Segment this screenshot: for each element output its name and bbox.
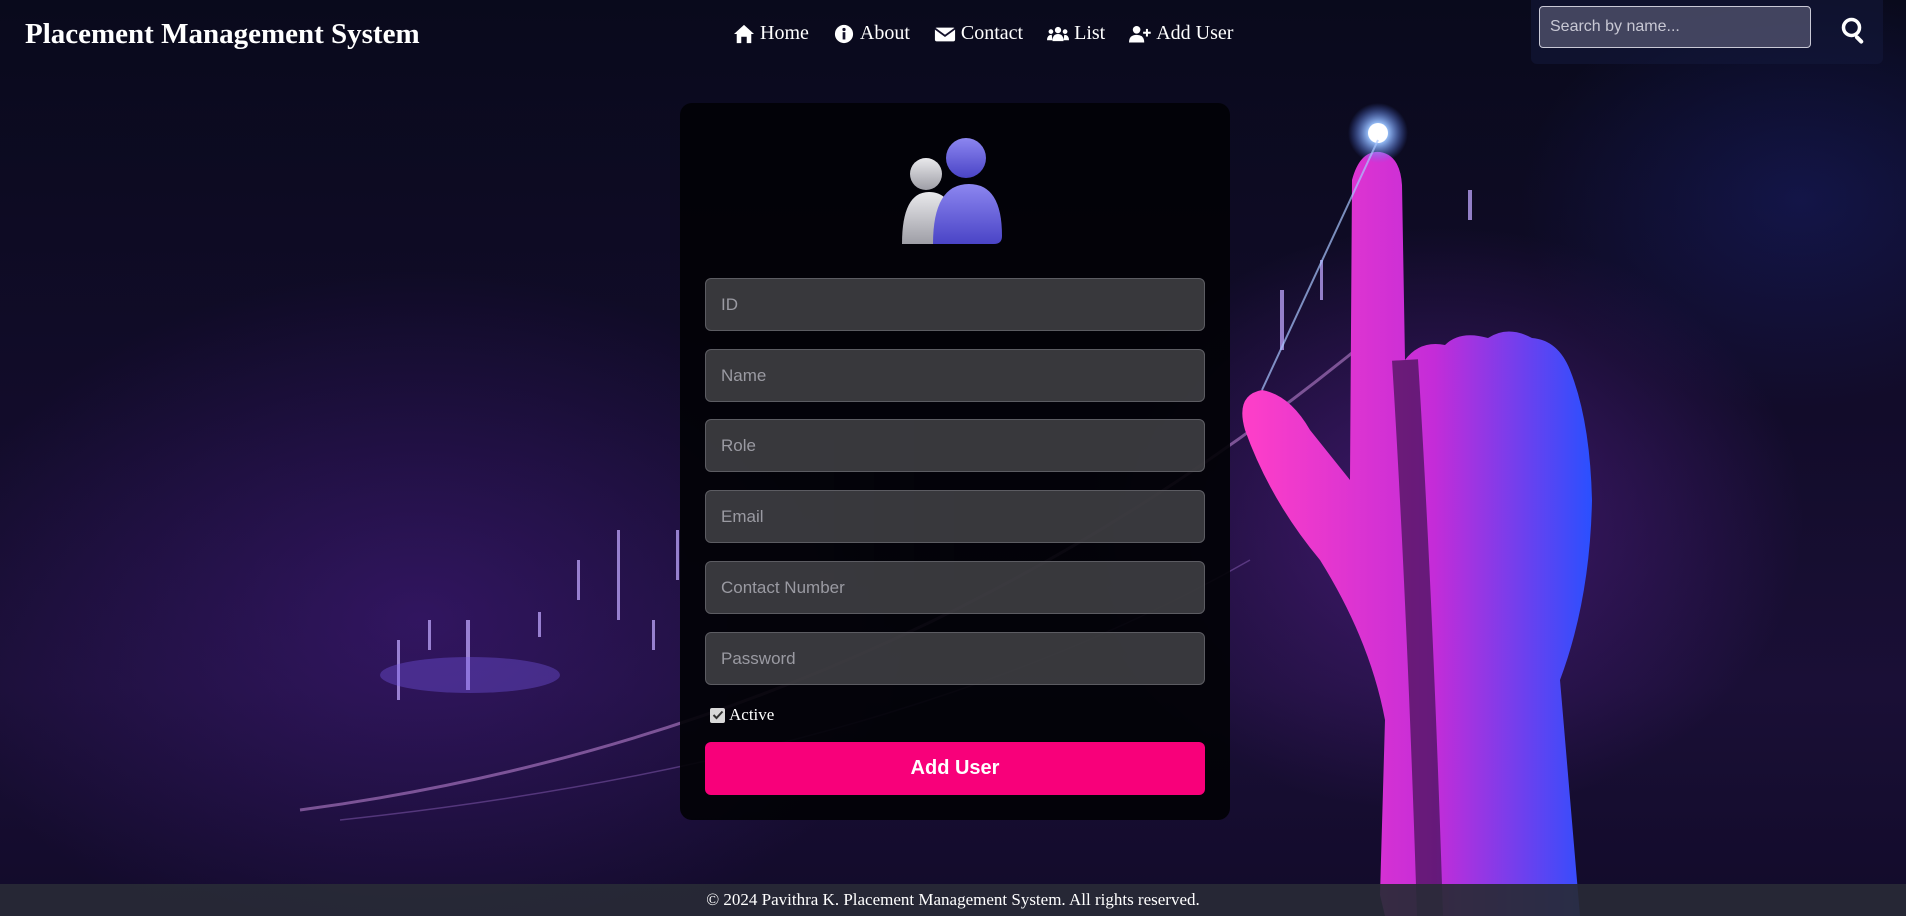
password-field[interactable] bbox=[705, 632, 1205, 685]
nav-list[interactable]: List bbox=[1047, 22, 1105, 45]
info-icon bbox=[834, 24, 853, 43]
id-field[interactable] bbox=[705, 278, 1205, 331]
search-button[interactable] bbox=[1837, 14, 1871, 48]
nav-links: Home About Contact List Add User bbox=[733, 22, 1233, 45]
user-plus-icon bbox=[1129, 25, 1151, 42]
nav-contact-label: Contact bbox=[960, 22, 1024, 44]
envelope-icon bbox=[934, 27, 956, 41]
nav-about-label: About bbox=[859, 22, 910, 44]
active-checkbox[interactable] bbox=[710, 707, 725, 723]
search-icon bbox=[1841, 17, 1864, 44]
navbar: Placement Management System Home About C… bbox=[0, 0, 1906, 72]
contact-number-field[interactable] bbox=[705, 561, 1205, 614]
users-icon bbox=[1047, 26, 1070, 41]
home-icon bbox=[734, 24, 754, 43]
nav-home[interactable]: Home bbox=[733, 22, 809, 45]
email-field[interactable] bbox=[705, 490, 1205, 543]
nav-add-user-label: Add User bbox=[1156, 22, 1234, 44]
copyright-text: © 2024 Pavithra K. Placement Management … bbox=[706, 890, 1200, 909]
role-field[interactable] bbox=[705, 419, 1205, 472]
footer: © 2024 Pavithra K. Placement Management … bbox=[0, 884, 1906, 916]
nav-list-label: List bbox=[1074, 22, 1106, 44]
nav-add-user[interactable]: Add User bbox=[1129, 22, 1233, 45]
search-bar bbox=[1531, 0, 1883, 64]
active-toggle: Active bbox=[710, 705, 774, 725]
add-user-form-card: Active Add User bbox=[680, 103, 1230, 820]
nav-about[interactable]: About bbox=[833, 22, 910, 45]
nav-contact[interactable]: Contact bbox=[934, 22, 1023, 45]
users-avatar-icon bbox=[902, 138, 1002, 244]
add-user-button[interactable]: Add User bbox=[705, 742, 1205, 795]
name-field[interactable] bbox=[705, 349, 1205, 402]
nav-home-label: Home bbox=[760, 22, 809, 44]
active-label: Active bbox=[729, 705, 775, 724]
search-input[interactable] bbox=[1539, 6, 1811, 48]
checkmark-icon bbox=[712, 710, 723, 720]
brand-title[interactable]: Placement Management System bbox=[25, 18, 420, 51]
